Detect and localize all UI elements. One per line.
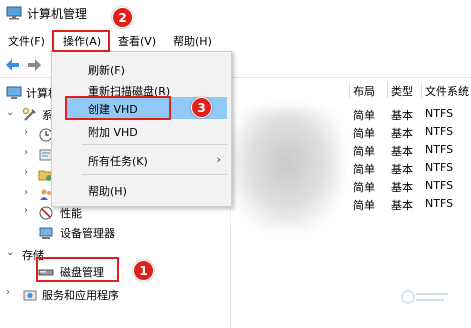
cell-layout: 简单	[353, 109, 375, 122]
submenu-arrow-icon: ›	[216, 153, 221, 166]
annotation-box-create-vhd	[65, 96, 171, 120]
expand-chevron-icon[interactable]: ›	[24, 187, 28, 198]
cell-filesystem: NTFS	[425, 197, 454, 210]
cell-filesystem: NTFS	[425, 125, 454, 138]
cell-type: 基本	[391, 127, 413, 140]
column-divider	[349, 82, 350, 98]
menu-separator	[82, 144, 227, 145]
expand-chevron-icon[interactable]: ›	[24, 205, 28, 216]
collapse-chevron-icon[interactable]: ⌄	[6, 247, 14, 258]
tree-label-services-apps: 服务和应用程序	[42, 289, 119, 302]
menu-item-help[interactable]: 帮助(H)	[52, 179, 231, 201]
annotation-box-action-menu	[52, 30, 110, 52]
expand-chevron-icon[interactable]: ›	[24, 147, 28, 158]
device-manager-icon	[39, 227, 53, 239]
title-bar: 计算机管理	[0, 0, 471, 27]
cell-layout: 简单	[353, 163, 375, 176]
menu-item-all-tasks[interactable]: 所有任务(K) ›	[52, 149, 231, 171]
step-badge-3: 3	[191, 97, 212, 118]
tree-label-performance: 性能	[60, 207, 82, 220]
cell-layout: 简单	[353, 145, 375, 158]
cell-filesystem: NTFS	[425, 161, 454, 174]
performance-icon	[39, 206, 53, 220]
computer-icon	[6, 86, 22, 99]
watermark-logo	[401, 290, 448, 304]
menu-view[interactable]: 查看(V)	[118, 33, 156, 49]
cell-type: 基本	[391, 109, 413, 122]
cell-layout: 简单	[353, 199, 375, 212]
annotation-box-disk-management	[36, 257, 119, 282]
cell-type: 基本	[391, 199, 413, 212]
column-header-type[interactable]: 类型	[391, 83, 423, 101]
column-header-filesystem[interactable]: 文件系统	[425, 83, 471, 101]
tree-item-services-apps[interactable]: › 服务和应用程序	[0, 284, 230, 306]
menu-item-label: 附加 VHD	[88, 126, 138, 139]
cell-filesystem: NTFS	[425, 107, 454, 120]
expand-chevron-icon[interactable]: ›	[6, 287, 10, 298]
cell-type: 基本	[391, 181, 413, 194]
cell-filesystem: NTFS	[425, 143, 454, 156]
tree-item-device-manager[interactable]: 设备管理器	[0, 222, 230, 244]
cell-filesystem: NTFS	[425, 179, 454, 192]
menu-help[interactable]: 帮助(H)	[173, 33, 212, 49]
services-icon	[23, 290, 37, 301]
step-badge-2: 2	[112, 7, 133, 28]
window-title: 计算机管理	[27, 7, 88, 21]
menu-item-attach-vhd[interactable]: 附加 VHD	[52, 120, 231, 142]
column-header-layout[interactable]: 布局	[353, 83, 389, 101]
menu-item-label: 帮助(H)	[88, 185, 127, 198]
column-divider	[387, 82, 388, 98]
blurred-volume-names	[231, 108, 343, 230]
back-arrow-icon[interactable]	[5, 57, 21, 73]
action-menu-dropdown: 刷新(F) 重新扫描磁盘(R) 创建 VHD 附加 VHD 所有任务(K) › …	[51, 51, 232, 207]
menu-item-label: 所有任务(K)	[88, 155, 148, 168]
menu-item-refresh[interactable]: 刷新(F)	[52, 58, 231, 80]
system-tools-icon	[22, 107, 36, 121]
tree-label-device-manager: 设备管理器	[60, 227, 115, 240]
cell-layout: 简单	[353, 181, 375, 194]
expand-chevron-icon[interactable]: ›	[24, 167, 28, 178]
expand-chevron-icon[interactable]: ›	[24, 127, 28, 138]
cell-type: 基本	[391, 145, 413, 158]
menu-item-label: 刷新(F)	[88, 64, 125, 77]
menu-file[interactable]: 文件(F)	[8, 33, 45, 49]
collapse-chevron-icon[interactable]: ⌄	[6, 107, 14, 118]
step-badge-1: 1	[133, 260, 154, 281]
cell-type: 基本	[391, 163, 413, 176]
computer-management-icon	[6, 6, 22, 20]
menu-separator	[82, 174, 227, 175]
forward-arrow-icon[interactable]	[26, 57, 42, 73]
column-divider	[421, 82, 422, 98]
cell-layout: 简单	[353, 127, 375, 140]
